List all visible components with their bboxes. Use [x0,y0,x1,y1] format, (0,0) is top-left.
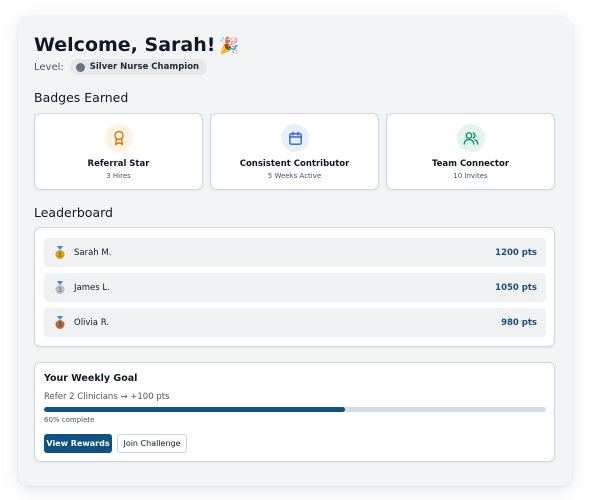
badges-section-title: Badges Earned [34,90,129,105]
leaderboard-section-title: Leaderboard [34,205,113,220]
goal-progress-label: 60% complete [44,416,95,424]
leaderboard-panel: 1 Sarah M. 1200 pts 2 James L. 1050 pts … [34,227,555,347]
level-row: Level: Silver Nurse Champion [34,59,208,75]
gold-medal-icon: 1 [55,245,65,259]
badge-card-consistent-contributor: Consistent Contributor 5 Weeks Active [210,113,379,190]
view-rewards-button[interactable]: View Rewards [44,434,112,453]
leaderboard-row: 2 James L. 1050 pts [44,273,546,302]
calendar-icon [281,124,309,152]
level-value: Silver Nurse Champion [89,62,200,72]
svg-text:1: 1 [58,252,62,258]
leaderboard-points: 980 pts [501,317,537,328]
leaderboard-points: 1200 pts [495,247,537,258]
badge-subtitle: 5 Weeks Active [267,172,322,180]
weekly-goal-title: Your Weekly Goal [44,373,138,384]
leaderboard-name: Sarah M. [74,247,112,258]
svg-text:3: 3 [58,322,62,328]
leaderboard-name: James L. [74,282,110,293]
level-dot-icon [75,62,85,72]
weekly-goal-panel: Your Weekly Goal Refer 2 Clinicians → +1… [34,362,555,462]
party-popper-icon: 🎉 [219,36,240,55]
leaderboard-points: 1050 pts [495,282,537,293]
badge-subtitle: 10 Invites [453,172,488,180]
level-badge: Silver Nurse Champion [69,59,208,75]
bronze-medal-icon: 3 [55,315,65,329]
weekly-goal-description: Refer 2 Clinicians → +100 pts [44,392,170,402]
level-label: Level: [34,61,64,73]
goal-progress-bar [44,407,546,412]
badge-title: Team Connector [431,159,510,169]
badge-card-referral-star: Referral Star 3 Hires [34,113,203,190]
welcome-heading: Welcome, Sarah! [34,34,216,56]
page-title: Welcome, Sarah! 🎉 [34,34,239,56]
goal-progress-fill [44,407,346,412]
award-ribbon-icon [105,124,133,152]
leaderboard-row: 3 Olivia R. 980 pts [44,308,546,337]
badge-subtitle: 3 Hires [106,172,131,180]
badge-card-team-connector: Team Connector 10 Invites [386,113,555,190]
users-icon [457,124,485,152]
leaderboard-name: Olivia R. [74,317,110,328]
silver-medal-icon: 2 [55,280,65,294]
badge-title: Referral Star [87,159,150,169]
join-challenge-button[interactable]: Join Challenge [117,434,187,453]
svg-text:2: 2 [58,287,62,293]
leaderboard-row: 1 Sarah M. 1200 pts [44,238,546,267]
badge-title: Consistent Contributor [239,159,350,169]
